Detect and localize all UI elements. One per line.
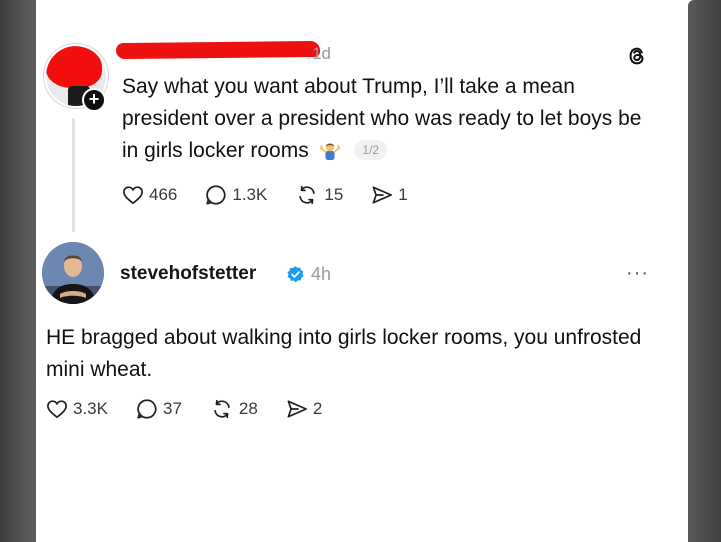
heart-icon <box>123 186 143 205</box>
heart-icon <box>47 400 67 419</box>
photo-left-edge <box>0 0 36 542</box>
share-icon <box>287 400 307 418</box>
reply-comment-button[interactable]: 37 <box>136 398 182 420</box>
post-action-bar: 466 1.3K 15 1 <box>122 184 436 206</box>
threads-card: + 1d Say what you want about Trump, I’ll… <box>36 0 688 542</box>
repost-icon <box>214 399 230 419</box>
post-text-block: Say what you want about Trump, I’ll take… <box>122 71 662 167</box>
share-button[interactable]: 1 <box>371 185 408 205</box>
reply-repost-count: 28 <box>238 399 258 418</box>
reply-comment-count: 37 <box>162 399 182 418</box>
avatar-redaction <box>46 46 102 88</box>
reply-like-button[interactable]: 3.3K <box>46 399 108 419</box>
like-count: 466 <box>149 185 178 204</box>
thread-line <box>72 118 75 232</box>
plus-icon[interactable]: + <box>82 88 106 112</box>
comment-button[interactable]: 1.3K <box>205 184 267 206</box>
threads-logo-icon[interactable] <box>626 45 648 67</box>
share-count: 1 <box>398 185 408 204</box>
repost-count: 15 <box>324 185 344 204</box>
reply-action-bar: 3.3K 37 28 2 <box>46 398 350 420</box>
reply-share-count: 2 <box>312 399 323 418</box>
reply-text: HE bragged about walking into girls lock… <box>46 326 642 381</box>
page-indicator: 1/2 <box>354 140 388 160</box>
reply-timestamp: 4h <box>311 264 332 284</box>
avatar-photo <box>42 242 104 304</box>
repost-button[interactable]: 15 <box>295 184 343 206</box>
verified-badge-icon <box>287 266 304 283</box>
username-redaction <box>115 40 321 60</box>
comment-icon <box>137 399 157 419</box>
like-button[interactable]: 466 <box>122 185 177 205</box>
repost-icon <box>299 185 316 205</box>
reply-author-avatar[interactable] <box>42 242 104 304</box>
reply-username[interactable]: stevehofstetter <box>120 263 256 285</box>
comment-icon <box>206 185 226 205</box>
reply-share-button[interactable]: 2 <box>286 399 322 419</box>
photo-right-edge <box>688 0 721 542</box>
reply-like-count: 3.3K <box>73 399 108 418</box>
reply-repost-button[interactable]: 28 <box>210 398 258 420</box>
person-shrugging-emoji <box>319 142 340 160</box>
share-icon <box>372 186 393 204</box>
more-icon[interactable]: ··· <box>626 262 649 285</box>
post-timestamp: 1d <box>312 44 331 63</box>
comment-count: 1.3K <box>232 185 268 204</box>
